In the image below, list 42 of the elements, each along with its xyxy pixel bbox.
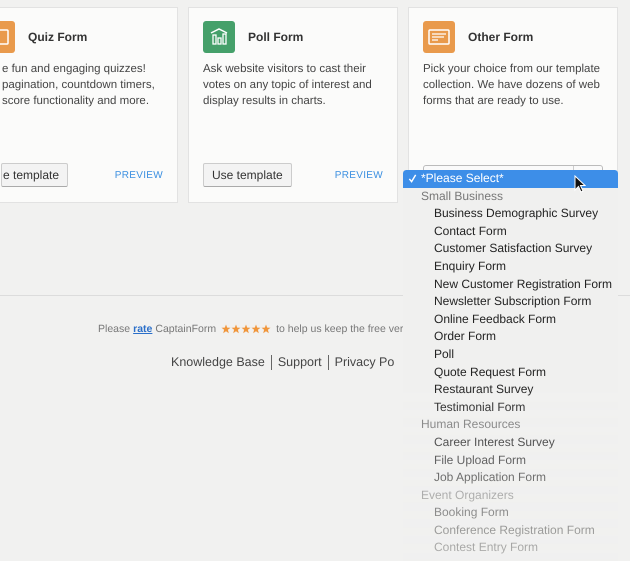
option-group-label: Small Business: [420, 188, 504, 205]
card-description: Pick your choice from our template collection. We have dozens of web forms that are ready to use.: [423, 62, 602, 109]
option-group-label: Human Resources: [420, 416, 522, 434]
dropdown-option[interactable]: Business Demographic Survey: [403, 205, 618, 223]
card-description: e fun and engaging quizzes! pagination, countdown timers, score functionality and more.: [2, 62, 156, 109]
form-icon: [423, 21, 455, 53]
bar-chart-icon: [203, 21, 235, 53]
dropdown-option[interactable]: Testimonial Form: [403, 398, 618, 416]
dropdown-option[interactable]: Restaurant Survey: [403, 381, 618, 399]
rating-text: to help us keep the free ver: [276, 323, 404, 335]
star-icon: [231, 324, 242, 334]
footer-link[interactable]: Privacy Po: [328, 355, 400, 370]
dropdown-option[interactable]: Quote Request Form: [403, 364, 618, 382]
rate-link[interactable]: rate: [133, 323, 152, 335]
star-icon: [221, 324, 232, 334]
dropdown-option[interactable]: Poll: [403, 346, 618, 364]
dropdown-option[interactable]: Career Interest Survey: [403, 434, 618, 452]
card-title: Quiz Form: [28, 30, 88, 44]
card-description: Ask website visitors to cast their votes on any topic of interest and display results in charts.: [203, 62, 373, 109]
card-title: Other Form: [468, 30, 534, 44]
dropdown-option[interactable]: Contact Form: [403, 222, 618, 240]
rating-text: Please: [98, 323, 130, 335]
dropdown-option[interactable]: Newsletter Subscription Form: [403, 293, 618, 311]
mouse-pointer-icon: [574, 175, 586, 193]
star-icon: [261, 324, 272, 334]
use-template-button[interactable]: Use template: [203, 163, 292, 187]
product-name: CaptainForm: [155, 323, 216, 335]
card-title: Poll Form: [248, 30, 304, 44]
dropdown-option[interactable]: Order Form: [403, 328, 618, 346]
footer-link[interactable]: Knowledge Base: [171, 355, 271, 370]
dropdown-option[interactable]: Job Application Form: [403, 469, 618, 487]
dropdown-option[interactable]: New Customer Registration Form: [403, 276, 618, 294]
star-icon: [251, 324, 262, 334]
check-icon: [408, 174, 417, 184]
dropdown-option[interactable]: File Upload Form: [403, 452, 618, 470]
option-group-label: Event Organizers: [420, 486, 515, 504]
dropdown-option[interactable]: Enquiry Form: [403, 258, 618, 276]
use-template-button[interactable]: e template: [1, 163, 68, 187]
footer-link[interactable]: Support: [270, 355, 328, 370]
star-icon: [241, 324, 252, 334]
dropdown-option[interactable]: Online Feedback Form: [403, 310, 618, 328]
dropdown-option[interactable]: Customer Satisfaction Survey: [403, 240, 618, 258]
